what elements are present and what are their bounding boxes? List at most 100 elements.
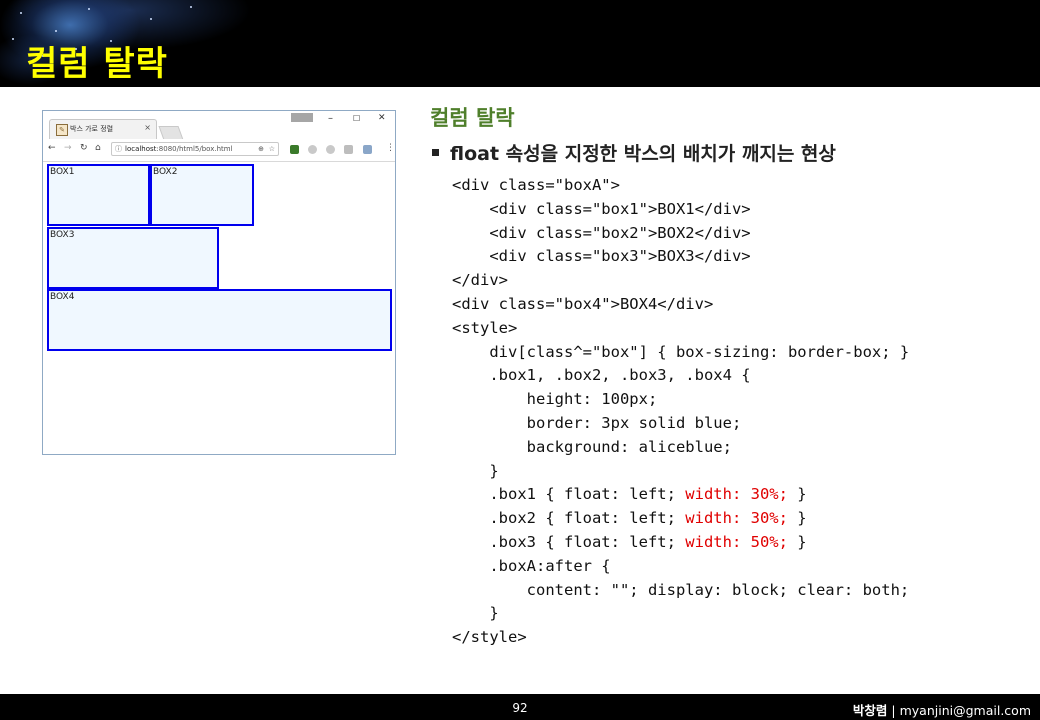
close-window-icon[interactable]: ✕ bbox=[378, 113, 386, 123]
box2: BOX2 bbox=[150, 164, 254, 226]
code-highlight: width: 30%; bbox=[685, 485, 788, 504]
author-name: 박창렴 bbox=[852, 703, 888, 718]
code-text: } bbox=[489, 461, 499, 480]
code-line: <div class="box1">BOX1</div> bbox=[452, 198, 909, 222]
code-line: <div class="box3">BOX3</div> bbox=[452, 245, 909, 269]
code-line: border: 3px solid blue; bbox=[452, 412, 909, 436]
page-favicon-icon: ✎ bbox=[56, 124, 68, 136]
code-text: border: 3px solid blue; bbox=[526, 413, 742, 432]
slide-header: 컬럼 탈락 bbox=[0, 0, 1040, 87]
code-line: .box2 { float: left; width: 30%; } bbox=[452, 507, 909, 531]
browser-titlebar: ✎ 박스 가로 정렬 × – ☐ ✕ bbox=[43, 111, 395, 140]
maximize-icon[interactable]: ☐ bbox=[353, 114, 360, 123]
code-text: .box1, .box2, .box3, .box4 { bbox=[489, 366, 751, 385]
author-email: myanjini@gmail.com bbox=[899, 703, 1031, 718]
extension-icon[interactable] bbox=[326, 145, 335, 154]
code-line: } bbox=[452, 460, 909, 484]
code-text: .boxA:after { bbox=[489, 556, 611, 575]
section-heading: 컬럼 탈락 bbox=[430, 106, 515, 130]
browser-tab[interactable]: ✎ 박스 가로 정렬 × bbox=[49, 119, 157, 139]
slide-title: 컬럼 탈락 bbox=[26, 44, 168, 84]
code-text: } bbox=[489, 604, 499, 623]
code-text: <div class="box3">BOX3</div> bbox=[489, 247, 751, 266]
code-text: content: ""; display: block; clear: both… bbox=[526, 580, 910, 599]
code-line: .box1, .box2, .box3, .box4 { bbox=[452, 364, 909, 388]
code-line: <div class="box2">BOX2</div> bbox=[452, 222, 909, 246]
code-text: height: 100px; bbox=[526, 390, 658, 409]
code-line: <style> bbox=[452, 317, 909, 341]
code-line: .box3 { float: left; width: 50%; } bbox=[452, 531, 909, 555]
box4: BOX4 bbox=[47, 289, 392, 351]
address-bar[interactable]: ⓘ localhost:8080/html5/box.html ⊕ ☆ bbox=[111, 142, 279, 156]
back-icon[interactable]: ← bbox=[48, 143, 56, 153]
box3: BOX3 bbox=[47, 227, 219, 289]
code-text: .box1 { float: left; bbox=[489, 485, 686, 504]
code-line: .boxA:after { bbox=[452, 555, 909, 579]
code-tail: } bbox=[787, 509, 807, 528]
extension-icon[interactable] bbox=[344, 145, 353, 154]
code-highlight: width: 50%; bbox=[685, 532, 788, 551]
new-tab-button[interactable] bbox=[158, 126, 184, 140]
code-line: background: aliceblue; bbox=[452, 436, 909, 460]
extension-icon[interactable] bbox=[363, 145, 372, 154]
zoom-icon[interactable]: ⊕ bbox=[258, 143, 264, 155]
home-icon[interactable]: ⌂ bbox=[95, 143, 101, 153]
code-line: content: ""; display: block; clear: both… bbox=[452, 579, 910, 603]
code-text: </div> bbox=[452, 271, 508, 290]
code-text: .box2 { float: left; bbox=[489, 509, 686, 528]
code-text: <div class="box4">BOX4</div> bbox=[452, 294, 714, 313]
code-text: </style> bbox=[452, 628, 527, 647]
code-line: .box1 { float: left; width: 30%; } bbox=[452, 483, 909, 507]
code-text: background: aliceblue; bbox=[526, 437, 732, 456]
code-line: <div class="box4">BOX4</div> bbox=[452, 293, 909, 317]
page-viewport: BOX1 BOX2 BOX3 BOX4 bbox=[43, 162, 395, 454]
code-block: <div class="boxA"> <div class="box1">BOX… bbox=[452, 174, 909, 650]
window-badge bbox=[291, 113, 313, 122]
site-info-icon[interactable]: ⓘ bbox=[115, 143, 122, 155]
code-text: <div class="box2">BOX2</div> bbox=[489, 223, 751, 242]
extension-icon[interactable] bbox=[308, 145, 317, 154]
code-text: <div class="box1">BOX1</div> bbox=[489, 199, 751, 218]
code-line: div[class^="box"] { box-sizing: border-b… bbox=[452, 341, 909, 365]
menu-icon[interactable]: ⋮ bbox=[386, 143, 395, 153]
code-text: div[class^="box"] { box-sizing: border-b… bbox=[489, 342, 910, 361]
code-line: </div> bbox=[452, 269, 909, 293]
author-credit: 박창렴 | myanjini@gmail.com bbox=[853, 700, 1031, 719]
separator: | bbox=[887, 703, 900, 718]
browser-screenshot: ✎ 박스 가로 정렬 × – ☐ ✕ ← → ↻ ⌂ ⓘ localhost:8… bbox=[42, 110, 396, 455]
code-highlight: width: 30%; bbox=[685, 509, 788, 528]
extension-icon[interactable] bbox=[290, 145, 299, 154]
minimize-icon[interactable]: – bbox=[328, 113, 333, 124]
code-line: height: 100px; bbox=[452, 388, 909, 412]
code-tail: } bbox=[787, 532, 807, 551]
code-line: </style> bbox=[452, 626, 909, 650]
tab-title: 박스 가로 정렬 bbox=[70, 125, 114, 133]
bullet-text: float 속성을 지정한 박스의 배치가 깨지는 현상 bbox=[450, 143, 836, 165]
code-text: <div class="boxA"> bbox=[452, 176, 620, 194]
reload-icon[interactable]: ↻ bbox=[80, 143, 88, 153]
address-url: localhost:8080/html5/box.html bbox=[125, 145, 233, 153]
bullet-item: float 속성을 지정한 박스의 배치가 깨지는 현상 bbox=[432, 139, 836, 166]
bullet-square-icon bbox=[432, 149, 439, 156]
tab-close-icon[interactable]: × bbox=[144, 123, 151, 132]
browser-toolbar: ← → ↻ ⌂ ⓘ localhost:8080/html5/box.html … bbox=[43, 139, 395, 162]
bookmark-star-icon[interactable]: ☆ bbox=[269, 143, 275, 155]
code-text: <style> bbox=[452, 318, 518, 337]
box1: BOX1 bbox=[47, 164, 150, 226]
forward-icon[interactable]: → bbox=[64, 143, 72, 153]
code-text: .box3 { float: left; bbox=[489, 532, 686, 551]
